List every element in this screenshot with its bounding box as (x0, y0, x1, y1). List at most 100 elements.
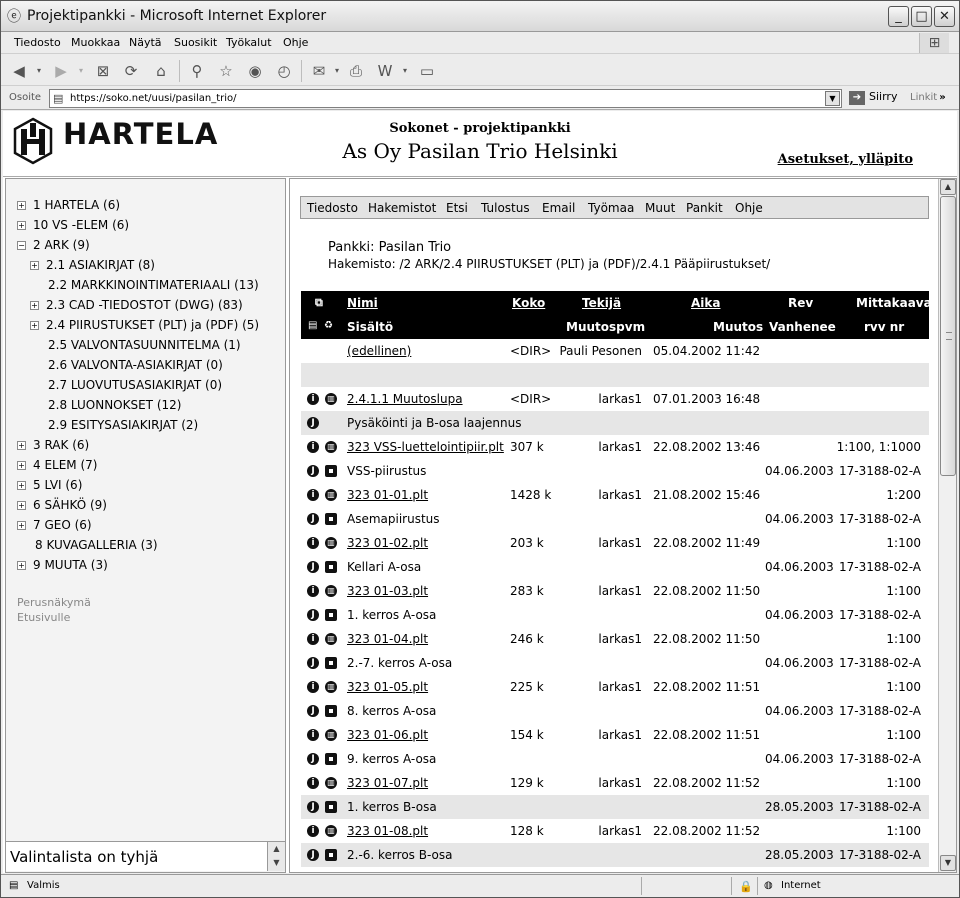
scroll-up-icon[interactable]: ▲ (940, 179, 956, 195)
tree-node[interactable]: +6 SÄHKÖ (9) (17, 498, 107, 512)
expand-icon[interactable]: + (17, 201, 26, 210)
document-icon[interactable] (325, 801, 337, 813)
tree-node[interactable]: 8 KUVAGALLERIA (3) (17, 538, 158, 552)
tree-node-label[interactable]: 2.2 MARKKINOINTIMATERIAALI (13) (48, 278, 259, 292)
selection-list-scrollbar[interactable]: ▲ ▼ (268, 841, 285, 871)
tree-node[interactable]: 2.7 LUOVUTUSASIAKIRJAT (0) (30, 378, 222, 392)
go-button[interactable]: ➔ Siirry (849, 90, 897, 105)
file-name-link[interactable]: (edellinen) (347, 344, 411, 358)
tree-node-label[interactable]: 2.4 PIIRUSTUKSET (PLT) ja (PDF) (5) (46, 318, 259, 332)
tree-node[interactable]: 2.5 VALVONTASUUNNITELMA (1) (30, 338, 241, 352)
file-name-link[interactable]: 2.4.1.1 Muutoslupa (347, 392, 463, 406)
info-icon[interactable]: i (307, 441, 319, 453)
file-name-link[interactable]: 323 VSS-luettelointipiir.plt (347, 440, 504, 454)
expand-icon[interactable]: + (17, 481, 26, 490)
forward-icon[interactable]: ▶ (51, 61, 71, 81)
media-icon[interactable]: ◉ (245, 61, 265, 81)
cmenu-tyomaa[interactable]: Työmaa (588, 201, 634, 215)
selection-list[interactable]: Valintalista on tyhjä (6, 841, 268, 871)
minimize-button[interactable]: _ (888, 6, 909, 27)
document-icon[interactable] (325, 657, 337, 669)
menu-nayta[interactable]: Näytä (129, 36, 162, 49)
scroll-down-icon[interactable]: ▼ (269, 856, 284, 870)
info-icon[interactable]: i (307, 729, 319, 741)
tree-node[interactable]: −2 ARK (9) (17, 238, 90, 252)
document-icon[interactable] (325, 513, 337, 525)
scroll-down-icon[interactable]: ▼ (940, 855, 956, 871)
stop-icon[interactable]: ⊠ (93, 61, 113, 81)
expand-icon[interactable]: + (17, 521, 26, 530)
delete-icon[interactable]: ▥ (325, 489, 337, 501)
tree-node[interactable]: 2.6 VALVONTA-ASIAKIRJAT (0) (30, 358, 223, 372)
edit-dropdown-icon[interactable]: ▾ (395, 61, 415, 81)
info-icon[interactable]: i (307, 393, 319, 405)
delete-icon[interactable]: ▥ (325, 585, 337, 597)
history-icon[interactable]: ◴ (274, 61, 294, 81)
delete-icon[interactable]: ▥ (325, 777, 337, 789)
tree-node[interactable]: +9 MUUTA (3) (17, 558, 108, 572)
address-url[interactable]: https://soko.net/uusi/pasilan_trio/ (70, 93, 237, 104)
expand-icon[interactable]: + (17, 561, 26, 570)
cmenu-tiedosto[interactable]: Tiedosto (307, 201, 358, 215)
comment-icon[interactable]: J (307, 609, 319, 621)
delete-icon[interactable]: ▥ (325, 633, 337, 645)
search-icon[interactable]: ⚲ (187, 61, 207, 81)
file-name-link[interactable]: 323 01-04.plt (347, 632, 428, 646)
mail-dropdown-icon[interactable]: ▾ (327, 61, 347, 81)
comment-icon[interactable]: J (307, 705, 319, 717)
tree-node[interactable]: 2.2 MARKKINOINTIMATERIAALI (13) (30, 278, 259, 292)
tree-node[interactable]: +1 HARTELA (6) (17, 198, 120, 212)
tree-node[interactable]: 2.9 ESITYSASIAKIRJAT (2) (30, 418, 198, 432)
comment-icon[interactable]: J (307, 657, 319, 669)
address-dropdown-icon[interactable]: ▼ (825, 91, 840, 106)
trash-icon[interactable]: ♻ (324, 320, 333, 331)
tree-node-label[interactable]: 7 GEO (6) (33, 518, 92, 532)
column-koko[interactable]: Koko (512, 296, 545, 310)
tree-node-label[interactable]: 2.3 CAD -TIEDOSTOT (DWG) (83) (46, 298, 243, 312)
tree-node-label[interactable]: 2.9 ESITYSASIAKIRJAT (2) (48, 418, 198, 432)
delete-icon[interactable]: ▥ (325, 681, 337, 693)
close-button[interactable]: ✕ (934, 6, 955, 27)
mail-icon[interactable]: ✉ (309, 61, 329, 81)
menu-tyokalut[interactable]: Työkalut (226, 36, 272, 49)
document-icon[interactable] (325, 561, 337, 573)
tree-node-label[interactable]: 4 ELEM (7) (33, 458, 97, 472)
word-edit-icon[interactable]: W (375, 61, 395, 81)
tree-node-label[interactable]: 10 VS -ELEM (6) (33, 218, 129, 232)
cmenu-ohje[interactable]: Ohje (735, 201, 763, 215)
info-icon[interactable]: i (307, 825, 319, 837)
scroll-thumb[interactable] (940, 196, 956, 476)
tree-node-label[interactable]: 6 SÄHKÖ (9) (33, 498, 107, 512)
expand-icon[interactable]: + (17, 461, 26, 470)
comment-icon[interactable]: J (307, 753, 319, 765)
info-icon[interactable]: i (307, 585, 319, 597)
tree-node[interactable]: +2.4 PIIRUSTUKSET (PLT) ja (PDF) (5) (30, 318, 259, 332)
expand-icon[interactable]: + (30, 301, 39, 310)
settings-link[interactable]: Asetukset, ylläpito (778, 152, 913, 167)
info-icon[interactable]: i (307, 633, 319, 645)
address-input[interactable]: ▤ https://soko.net/uusi/pasilan_trio/ ▼ (49, 89, 842, 108)
comment-icon[interactable]: J (307, 849, 319, 861)
document-icon[interactable] (325, 705, 337, 717)
info-icon[interactable]: i (307, 489, 319, 501)
column-aika[interactable]: Aika (691, 296, 720, 310)
menu-ohje[interactable]: Ohje (283, 36, 308, 49)
comment-icon[interactable]: J (307, 417, 319, 429)
cmenu-tulostus[interactable]: Tulostus (481, 201, 530, 215)
delete-icon[interactable]: ▥ (325, 393, 337, 405)
expand-icon[interactable]: + (17, 221, 26, 230)
copy-icon[interactable]: ⧉ (315, 296, 323, 310)
tree-node-label[interactable]: 2.7 LUOVUTUSASIAKIRJAT (0) (48, 378, 222, 392)
collapse-icon[interactable]: − (17, 241, 26, 250)
forward-dropdown-icon[interactable]: ▾ (71, 61, 91, 81)
cmenu-etsi[interactable]: Etsi (446, 201, 468, 215)
etusivulle-link[interactable]: Etusivulle (17, 611, 70, 624)
info-icon[interactable]: i (307, 681, 319, 693)
delete-icon[interactable]: ▥ (325, 537, 337, 549)
tree-node[interactable]: +2.3 CAD -TIEDOSTOT (DWG) (83) (30, 298, 243, 312)
tree-node-label[interactable]: 9 MUUTA (3) (33, 558, 108, 572)
tree-node-label[interactable]: 5 LVI (6) (33, 478, 82, 492)
expand-icon[interactable]: + (30, 261, 39, 270)
tree-node-label[interactable]: 2.1 ASIAKIRJAT (8) (46, 258, 155, 272)
tree-node[interactable]: 2.8 LUONNOKSET (12) (30, 398, 181, 412)
